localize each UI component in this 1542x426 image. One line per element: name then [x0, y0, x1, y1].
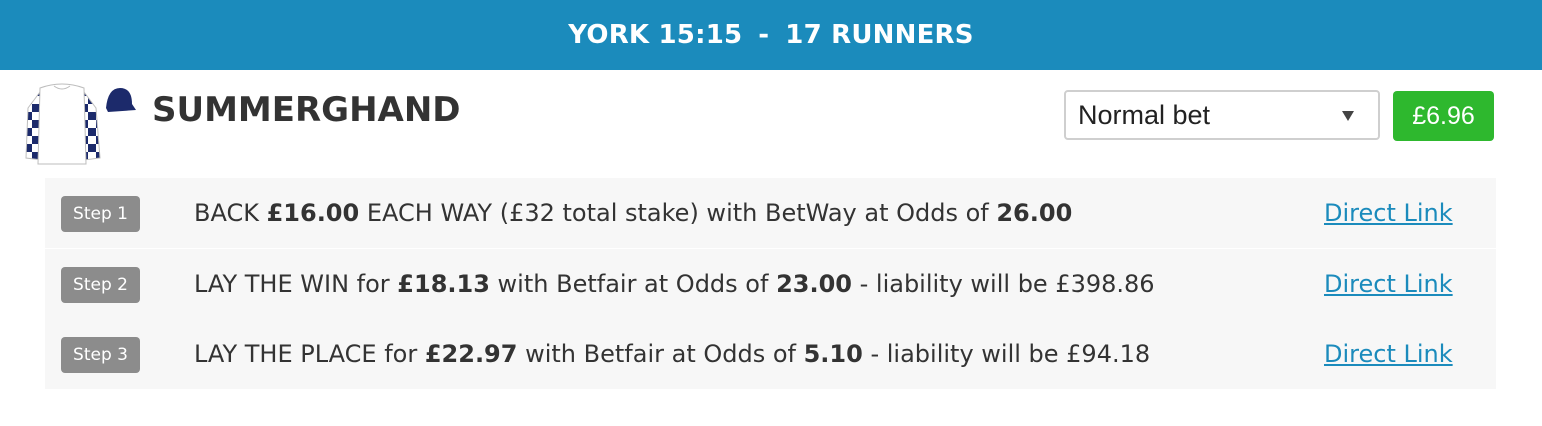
profit-badge: £6.96	[1393, 91, 1494, 141]
bet-type-value: Normal bet	[1078, 99, 1211, 130]
step-badge: Step 2	[61, 267, 140, 303]
bet-type-select[interactable]: Normal bet	[1064, 90, 1380, 140]
runners-count: 17 RUNNERS	[785, 20, 974, 50]
jockey-silks-icon	[25, 83, 136, 165]
step-row-3: Step 3 LAY THE PLACE for £22.97 with Bet…	[45, 319, 1496, 389]
step-row-2: Step 2 LAY THE WIN for £18.13 with Betfa…	[45, 249, 1496, 319]
direct-link[interactable]: Direct Link	[1324, 178, 1453, 248]
step-instruction: LAY THE WIN for £18.13 with Betfair at O…	[194, 270, 1155, 298]
step-instruction: BACK £16.00 EACH WAY (£32 total stake) w…	[194, 199, 1073, 227]
race-title: YORK 15:15	[568, 20, 743, 50]
race-header: YORK 15:15 - 17 RUNNERS	[0, 0, 1542, 70]
step-badge: Step 1	[61, 196, 140, 232]
step-row-1: Step 1 BACK £16.00 EACH WAY (£32 total s…	[45, 178, 1496, 248]
chevron-down-icon	[1342, 111, 1354, 121]
step-badge: Step 3	[61, 337, 140, 373]
header-separator: -	[758, 20, 770, 50]
direct-link[interactable]: Direct Link	[1324, 249, 1453, 319]
direct-link[interactable]: Direct Link	[1324, 319, 1453, 389]
step-instruction: LAY THE PLACE for £22.97 with Betfair at…	[194, 340, 1151, 368]
horse-name: SUMMERGHAND	[152, 90, 461, 130]
